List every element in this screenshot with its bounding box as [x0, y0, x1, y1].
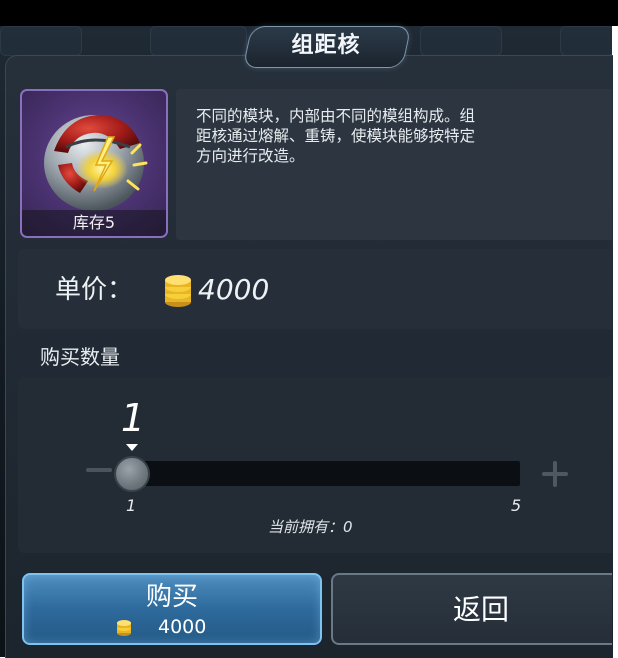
quantity-slider-thumb[interactable]	[114, 456, 150, 492]
dialog-title: 组距核	[291, 33, 361, 58]
decrease-button[interactable]	[86, 468, 112, 472]
buy-button-price: 4000	[158, 616, 207, 638]
selected-quantity: 1	[120, 396, 146, 440]
item-description: 不同的模块，内部由不同的模组构成。组 距核通过熔解、重铸，使模块能够按特定 方向…	[196, 107, 476, 165]
slider-min-label: 1	[126, 496, 137, 515]
back-button-label: 返回	[452, 593, 509, 626]
slider-max-label: 5	[511, 496, 522, 515]
quantity-slider-track[interactable]	[132, 461, 520, 486]
purchase-quantity-label: 购买数量	[40, 345, 120, 369]
stock-label: 库存5	[22, 210, 166, 236]
buy-button-label: 购买	[145, 582, 198, 612]
red-silver-orb-with-lightning-icon	[44, 115, 148, 211]
gold-coin-stack-icon	[165, 275, 191, 307]
gold-coin-stack-icon	[117, 620, 131, 636]
top-black-bar	[0, 0, 618, 26]
item-icon-frame: 库存5	[20, 89, 168, 238]
unit-price-label: 单价：	[55, 275, 134, 305]
increase-button[interactable]	[540, 459, 570, 489]
unit-price-value: 4000	[198, 273, 270, 306]
quantity-pointer-icon	[126, 444, 138, 451]
owned-count-text: 当前拥有：0	[268, 518, 353, 536]
